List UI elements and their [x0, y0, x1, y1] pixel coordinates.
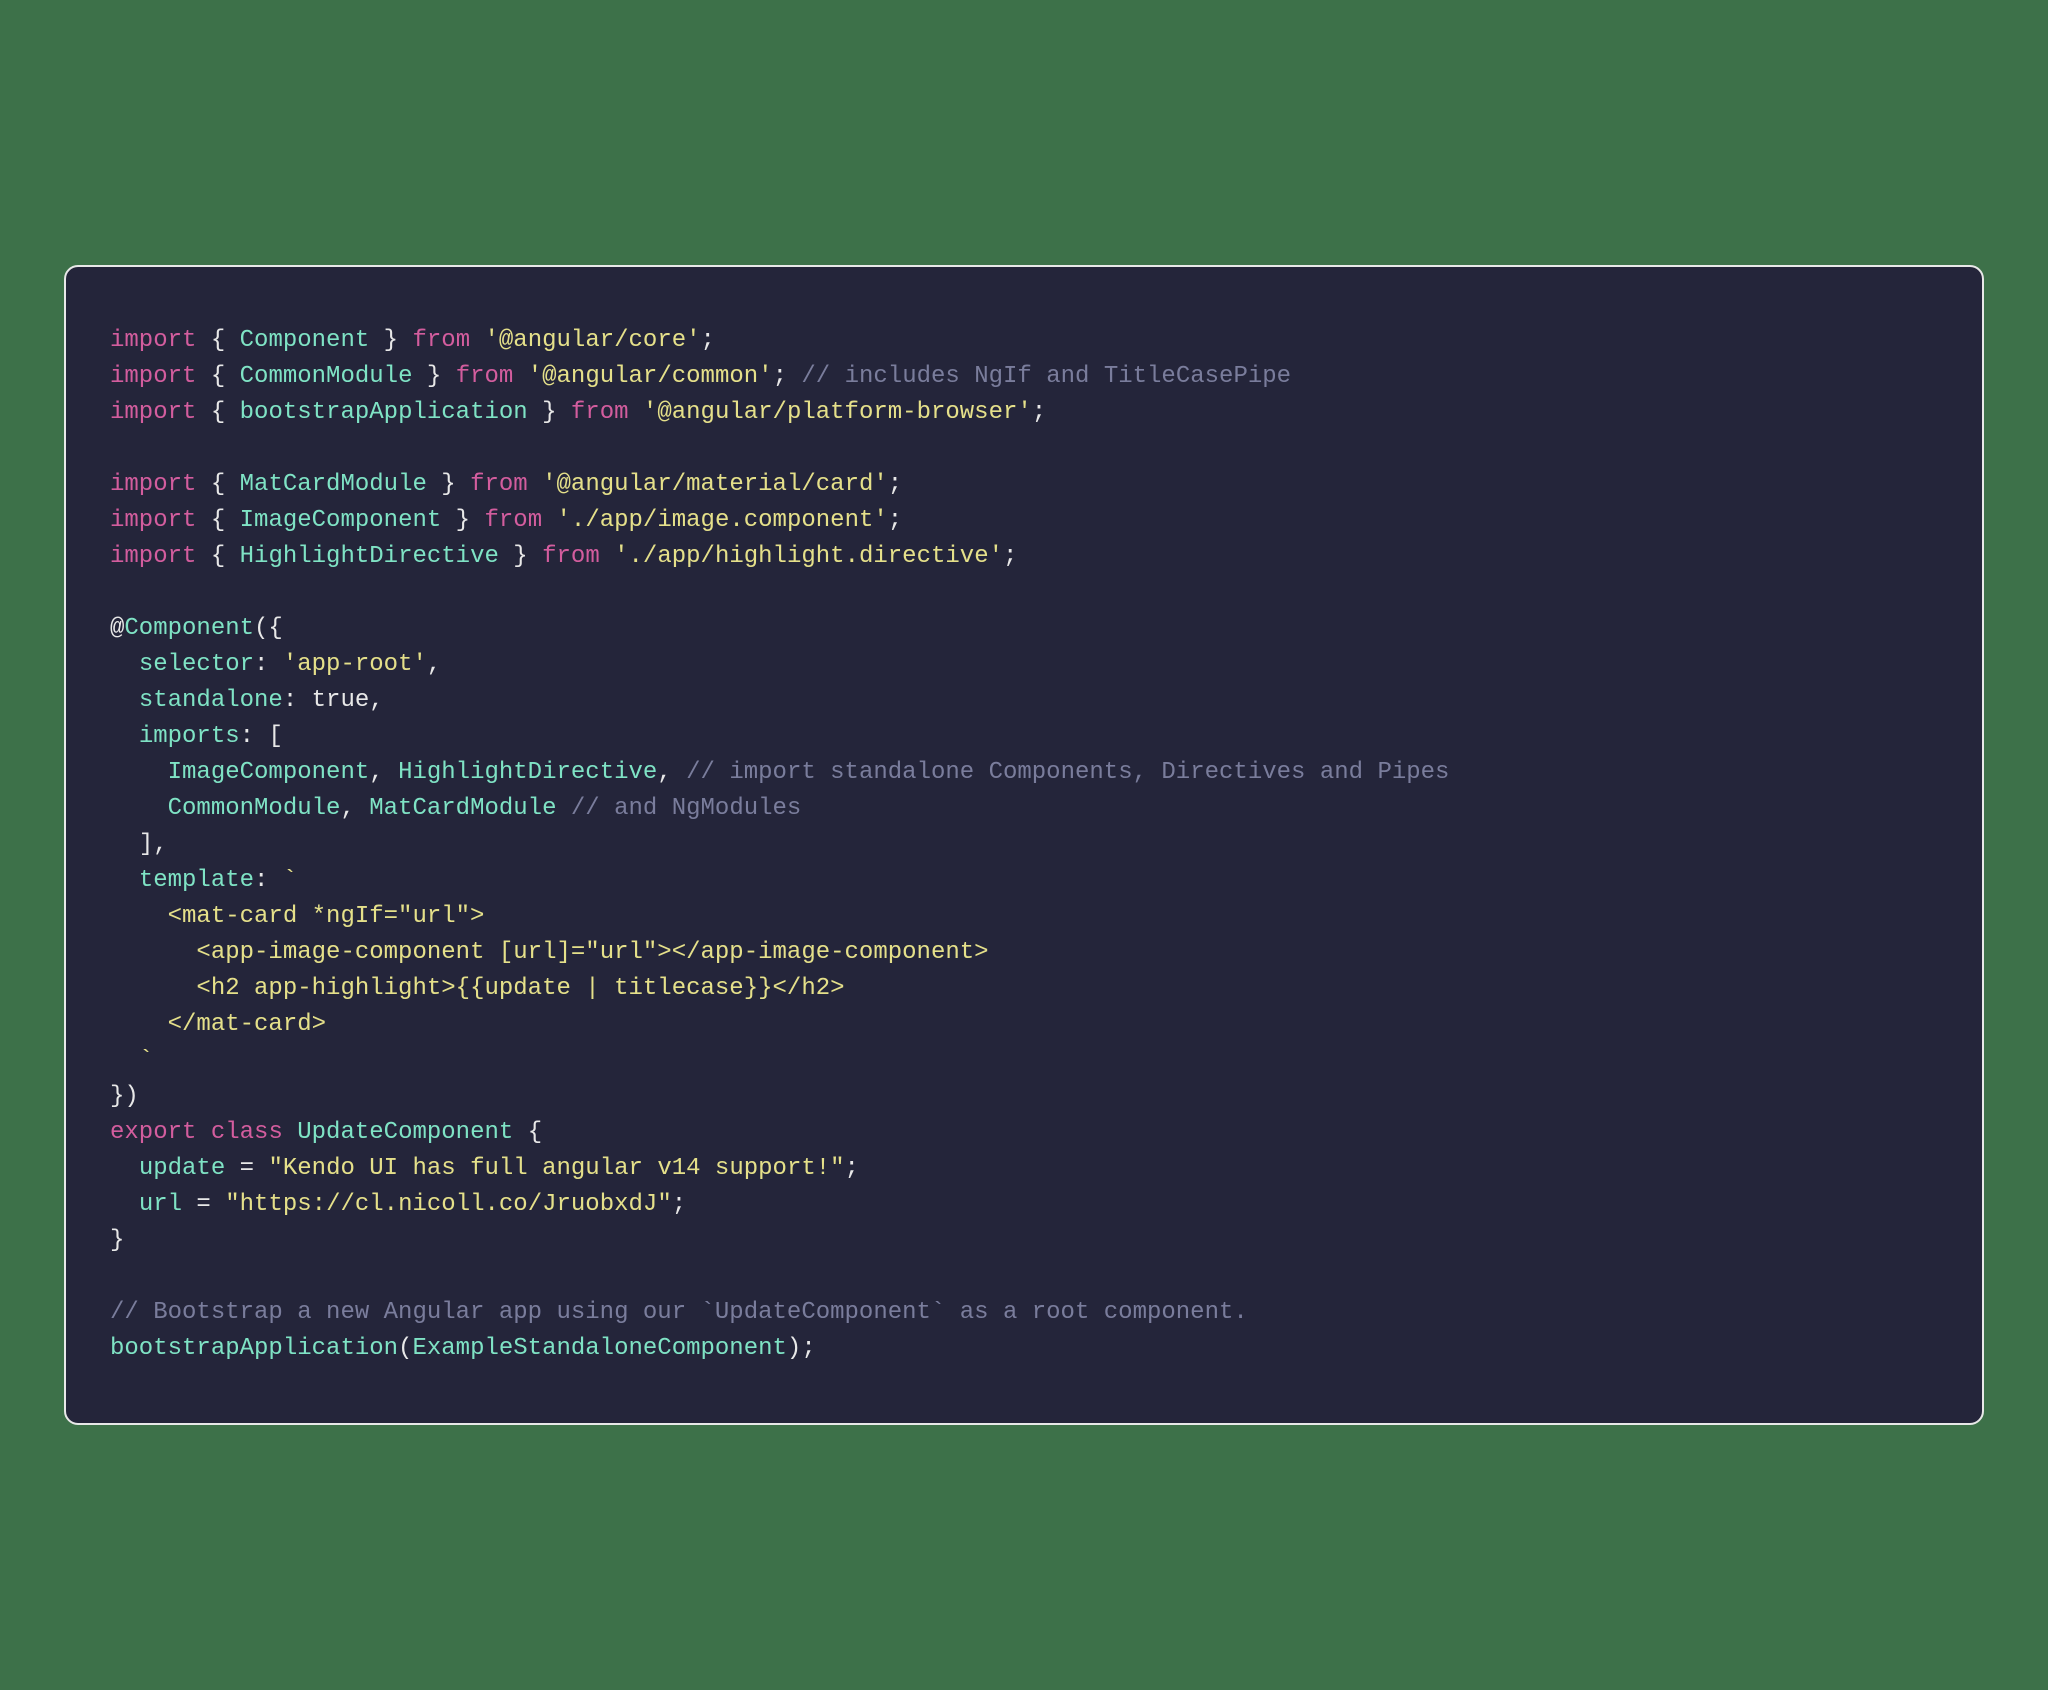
code-block: import { Component } from '@angular/core…	[110, 323, 1938, 1367]
code-panel: import { Component } from '@angular/core…	[64, 265, 1984, 1425]
